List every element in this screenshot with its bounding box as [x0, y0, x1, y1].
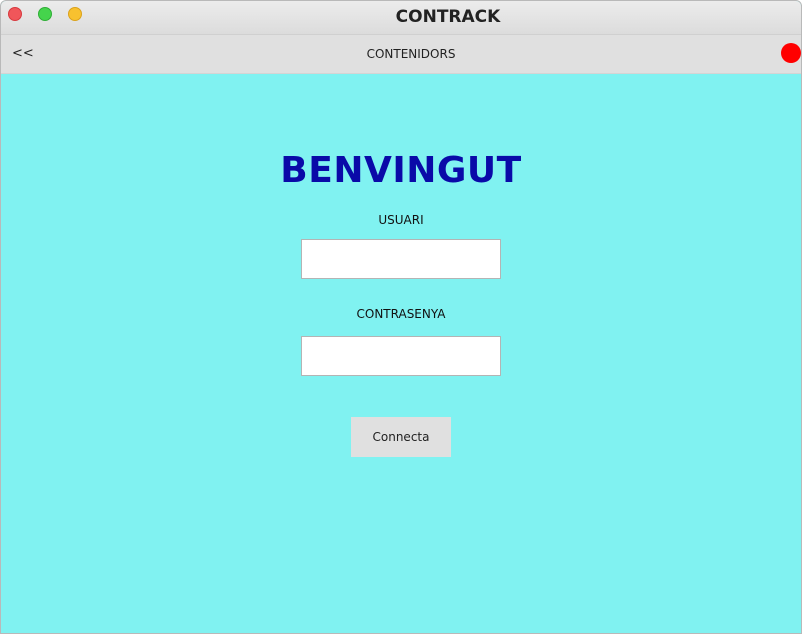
password-input[interactable] — [301, 336, 501, 376]
navigation-bar: << CONTENIDORS — [1, 35, 801, 74]
login-panel: BENVINGUT USUARI CONTRASENYA Connecta — [1, 74, 801, 633]
nav-title: CONTENIDORS — [366, 47, 456, 61]
connect-button[interactable]: Connecta — [351, 417, 451, 457]
app-window: CONTRACK << CONTENIDORS BENVINGUT USUARI… — [0, 0, 802, 634]
window-title: CONTRACK — [395, 7, 501, 27]
welcome-heading: BENVINGUT — [280, 150, 522, 191]
username-input[interactable] — [301, 239, 501, 279]
title-bar[interactable]: CONTRACK — [1, 1, 801, 35]
password-label: CONTRASENYA — [356, 307, 446, 321]
username-label: USUARI — [378, 213, 424, 227]
status-indicator — [781, 43, 801, 63]
